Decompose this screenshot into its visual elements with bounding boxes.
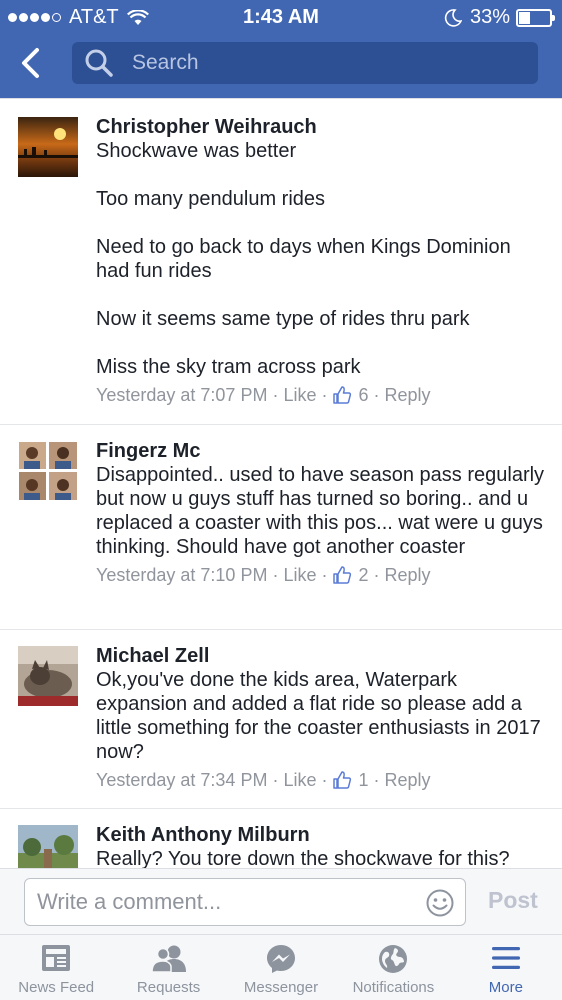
tab-label: More bbox=[488, 979, 523, 996]
comment-text: Shockwave was better Too many pendulum r… bbox=[96, 140, 511, 378]
messenger-icon bbox=[267, 945, 296, 973]
comment-composer: Post bbox=[0, 868, 562, 934]
comment-divider bbox=[0, 808, 562, 809]
comment-input-box[interactable] bbox=[24, 878, 466, 926]
tab-label: Messenger bbox=[243, 979, 319, 996]
search-input[interactable] bbox=[132, 51, 512, 75]
globe-icon bbox=[379, 945, 408, 973]
avatar[interactable] bbox=[18, 646, 78, 706]
comment-timestamp[interactable]: Yesterday at 7:07 PM bbox=[96, 383, 267, 407]
comment-author[interactable]: Michael Zell bbox=[96, 644, 546, 668]
tab-news-feed[interactable]: News Feed bbox=[0, 935, 112, 1000]
comment-meta: Yesterday at 7:34 PM · Like · 1 · Reply bbox=[96, 768, 431, 792]
status-bar: AT&T 1:43 AM 33% bbox=[0, 0, 562, 34]
comments-list[interactable]: Christopher Weihrauch Shockwave was bett… bbox=[0, 98, 562, 868]
comment-timestamp[interactable]: Yesterday at 7:10 PM bbox=[96, 563, 267, 587]
thumbs-up-icon bbox=[333, 566, 352, 584]
menu-icon bbox=[491, 947, 520, 969]
do-not-disturb-moon-icon bbox=[444, 8, 462, 27]
thumbs-up-icon bbox=[333, 386, 352, 404]
tab-requests[interactable]: Requests bbox=[112, 935, 224, 1000]
bottom-tab-bar: News Feed Requests Messenger Notificatio… bbox=[0, 934, 562, 1000]
avatar[interactable] bbox=[18, 441, 78, 501]
avatar[interactable] bbox=[18, 117, 78, 177]
like-link[interactable]: Like bbox=[283, 563, 316, 587]
comment-text: Really? You tore down the shockwave for … bbox=[96, 848, 510, 868]
like-count: 6 bbox=[358, 385, 369, 405]
reply-link[interactable]: Reply bbox=[385, 383, 431, 407]
comment-divider bbox=[0, 629, 562, 630]
comment-author[interactable]: Christopher Weihrauch bbox=[96, 115, 546, 139]
tab-label: News Feed bbox=[18, 979, 95, 996]
comment-author[interactable]: Keith Anthony Milburn bbox=[96, 823, 546, 847]
comment-timestamp[interactable]: Yesterday at 7:34 PM bbox=[96, 768, 267, 792]
tab-label: Notifications bbox=[352, 979, 435, 996]
reply-link[interactable]: Reply bbox=[385, 768, 431, 792]
chevron-left-icon bbox=[22, 48, 39, 78]
comment-meta: Yesterday at 7:10 PM · Like · 2 · Reply bbox=[96, 563, 431, 587]
like-count: 1 bbox=[358, 770, 369, 790]
search-icon bbox=[85, 49, 113, 77]
search-bar[interactable] bbox=[72, 42, 538, 84]
friend-requests-icon bbox=[150, 945, 186, 973]
news-feed-icon bbox=[42, 945, 71, 971]
comment-meta: Yesterday at 7:07 PM · Like · 6 · Reply bbox=[96, 383, 431, 407]
battery-percent: 33% bbox=[469, 6, 510, 28]
comment-author[interactable]: Fingerz Mc bbox=[96, 439, 546, 463]
smiley-icon[interactable] bbox=[425, 888, 455, 918]
back-button[interactable] bbox=[10, 42, 50, 84]
avatar[interactable] bbox=[18, 825, 78, 868]
comment-divider bbox=[0, 424, 562, 425]
battery-icon bbox=[516, 8, 555, 27]
comment-text: Ok,you've done the kids area, Waterpark … bbox=[96, 669, 541, 763]
like-count: 2 bbox=[358, 565, 369, 585]
top-header: AT&T 1:43 AM 33% bbox=[0, 0, 562, 98]
like-link[interactable]: Like bbox=[283, 383, 316, 407]
thumbs-up-icon bbox=[333, 771, 352, 789]
tab-messenger[interactable]: Messenger bbox=[225, 935, 337, 1000]
comment-input[interactable] bbox=[37, 879, 417, 925]
post-button[interactable]: Post bbox=[488, 887, 538, 914]
reply-link[interactable]: Reply bbox=[385, 563, 431, 587]
like-link[interactable]: Like bbox=[283, 768, 316, 792]
comment-text: Disappointed.. used to have season pass … bbox=[96, 464, 545, 558]
tab-more[interactable]: More bbox=[450, 935, 562, 1000]
tab-label: Requests bbox=[136, 979, 201, 996]
tab-notifications[interactable]: Notifications bbox=[337, 935, 449, 1000]
